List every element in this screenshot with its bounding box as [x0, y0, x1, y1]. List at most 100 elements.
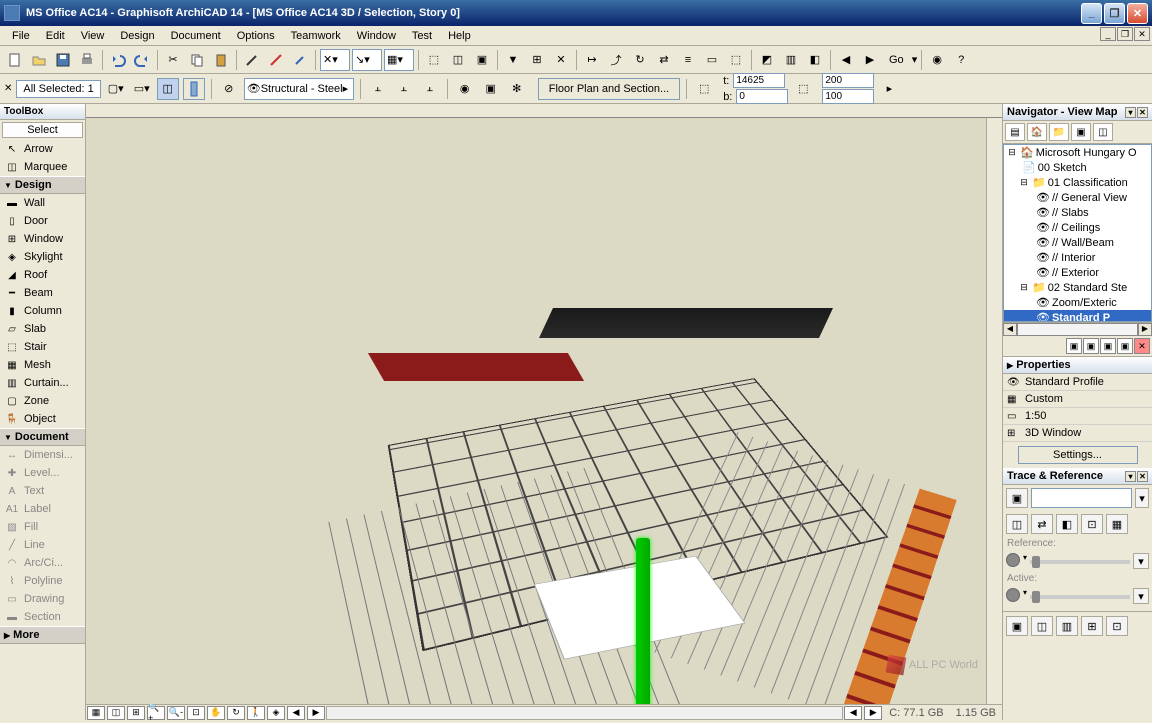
- go-button[interactable]: Go: [883, 52, 910, 68]
- menu-test[interactable]: Test: [404, 28, 440, 44]
- trace-btn-4[interactable]: ⊡: [1081, 514, 1103, 534]
- ref-color[interactable]: [1006, 553, 1020, 567]
- trace-btn-1[interactable]: ◫: [1006, 514, 1028, 534]
- tool-wall[interactable]: ▬Wall: [0, 194, 85, 212]
- paste-icon[interactable]: [210, 49, 232, 71]
- view-btn-1[interactable]: ▦: [87, 706, 105, 720]
- menu-file[interactable]: File: [4, 28, 38, 44]
- orbit-icon[interactable]: ↻: [227, 706, 245, 720]
- close-button[interactable]: ✕: [1127, 3, 1148, 24]
- view-btn-2[interactable]: ◫: [107, 706, 125, 720]
- tool-roof[interactable]: ◢Roof: [0, 266, 85, 284]
- trace-toggle[interactable]: ▣: [1006, 488, 1028, 508]
- page-left[interactable]: ◀: [844, 706, 862, 720]
- menu-help[interactable]: Help: [440, 28, 479, 44]
- navigator-min[interactable]: ▾: [1125, 107, 1136, 118]
- zoom-next-icon[interactable]: ▶: [307, 706, 325, 720]
- trace-icon[interactable]: ⊞: [526, 49, 548, 71]
- trace-foot-2[interactable]: ◫: [1031, 616, 1053, 636]
- settings-button[interactable]: Settings...: [1018, 446, 1138, 464]
- cross-icon[interactable]: ✻: [506, 78, 528, 100]
- page-right[interactable]: ▶: [864, 706, 882, 720]
- nav-fwd-icon[interactable]: ▶: [859, 49, 881, 71]
- trace-min[interactable]: ▾: [1125, 471, 1136, 482]
- zoom-prev-icon[interactable]: ◀: [287, 706, 305, 720]
- profile-icon[interactable]: ▣: [480, 78, 502, 100]
- column-icon[interactable]: [183, 78, 205, 100]
- menu-document[interactable]: Document: [163, 28, 229, 44]
- marker-icon[interactable]: ⤴: [605, 49, 627, 71]
- tool-dimension[interactable]: ↔Dimensi...: [0, 446, 85, 464]
- active-color[interactable]: [1006, 588, 1020, 602]
- select-mode-button[interactable]: Select: [2, 122, 83, 138]
- wand-icon[interactable]: [265, 49, 287, 71]
- nav-extra-icon[interactable]: ◫: [1093, 123, 1113, 141]
- tool-slab[interactable]: ▱Slab: [0, 320, 85, 338]
- tool-stair[interactable]: ⬚Stair: [0, 338, 85, 356]
- coord-icon[interactable]: ⬚: [693, 78, 715, 100]
- struct-icon-2[interactable]: ⫠: [393, 78, 415, 100]
- tool-mesh[interactable]: ▦Mesh: [0, 356, 85, 374]
- navigator-close[interactable]: ✕: [1137, 107, 1148, 118]
- scrollbar-horizontal[interactable]: [326, 706, 843, 720]
- tree-scroll-track[interactable]: [1017, 323, 1138, 336]
- tool-marquee[interactable]: ◫Marquee: [0, 158, 85, 176]
- ref-opt[interactable]: ▾: [1133, 553, 1149, 569]
- coord-b-input[interactable]: [736, 89, 788, 104]
- nav-publisher-icon[interactable]: ▣: [1071, 123, 1091, 141]
- tool-curtain[interactable]: ▥Curtain...: [0, 374, 85, 392]
- anchor-icon[interactable]: ◉: [454, 78, 476, 100]
- menu-options[interactable]: Options: [229, 28, 283, 44]
- trace-dropdown[interactable]: [1031, 488, 1132, 508]
- menu-view[interactable]: View: [73, 28, 113, 44]
- snap-dropdown[interactable]: ✕▾: [320, 49, 350, 71]
- nav-btm-3[interactable]: ▣: [1100, 338, 1116, 354]
- open-file-icon[interactable]: [28, 49, 50, 71]
- new-file-icon[interactable]: [4, 49, 26, 71]
- struct-icon-1[interactable]: ⫠: [367, 78, 389, 100]
- measure-icon[interactable]: ↦: [581, 49, 603, 71]
- perspective-icon[interactable]: ◈: [267, 706, 285, 720]
- layer-dropdown[interactable]: 👁 Structural - Steel ▸: [244, 78, 354, 100]
- struct-icon-3[interactable]: ⫠: [419, 78, 441, 100]
- zoom-out-icon[interactable]: 🔍-: [167, 706, 185, 720]
- teamwork-icon[interactable]: ◉: [926, 49, 948, 71]
- group-icon[interactable]: ◫: [447, 49, 469, 71]
- filter-icon[interactable]: ▼: [502, 49, 524, 71]
- design-section-header[interactable]: ▼Design: [0, 176, 85, 194]
- print-icon[interactable]: [76, 49, 98, 71]
- menu-design[interactable]: Design: [112, 28, 162, 44]
- grid-dropdown[interactable]: ▦▾: [384, 49, 414, 71]
- redo-icon[interactable]: [131, 49, 153, 71]
- trace-btn-5[interactable]: ▦: [1106, 514, 1128, 534]
- active-opt[interactable]: ▾: [1133, 588, 1149, 604]
- size-b-input[interactable]: [822, 89, 874, 104]
- walk-icon[interactable]: 🚶: [247, 706, 265, 720]
- nav-btm-1[interactable]: ▣: [1066, 338, 1082, 354]
- tool-object[interactable]: 🪑Object: [0, 410, 85, 428]
- nav-back-icon[interactable]: ◀: [835, 49, 857, 71]
- layer-no-icon[interactable]: ⊘: [218, 78, 240, 100]
- cut-icon[interactable]: ✂: [162, 49, 184, 71]
- nav-layout-icon[interactable]: 📁: [1049, 123, 1069, 141]
- tool-level[interactable]: ✚Level...: [0, 464, 85, 482]
- menu-teamwork[interactable]: Teamwork: [283, 28, 349, 44]
- maximize-button[interactable]: ❐: [1104, 3, 1125, 24]
- help-icon[interactable]: ?: [950, 49, 972, 71]
- 3d-icon[interactable]: ◩: [756, 49, 778, 71]
- tool-beam[interactable]: ━Beam: [0, 284, 85, 302]
- minimize-button[interactable]: _: [1081, 3, 1102, 24]
- tool-arc[interactable]: ◠Arc/Ci...: [0, 554, 85, 572]
- nav-project-icon[interactable]: ▤: [1005, 123, 1025, 141]
- tool-fill[interactable]: ▨Fill: [0, 518, 85, 536]
- trace-dd-btn[interactable]: ▾: [1135, 488, 1149, 508]
- nav-btm-2[interactable]: ▣: [1083, 338, 1099, 354]
- tool-drawing[interactable]: ▭Drawing: [0, 590, 85, 608]
- scrollbar-vertical[interactable]: [986, 118, 1002, 704]
- detail-icon[interactable]: ◧: [804, 49, 826, 71]
- distribute-icon[interactable]: ▭: [701, 49, 723, 71]
- undo-icon[interactable]: [107, 49, 129, 71]
- ref-slider[interactable]: [1030, 560, 1130, 564]
- lock-icon[interactable]: ▣: [471, 49, 493, 71]
- menu-edit[interactable]: Edit: [38, 28, 73, 44]
